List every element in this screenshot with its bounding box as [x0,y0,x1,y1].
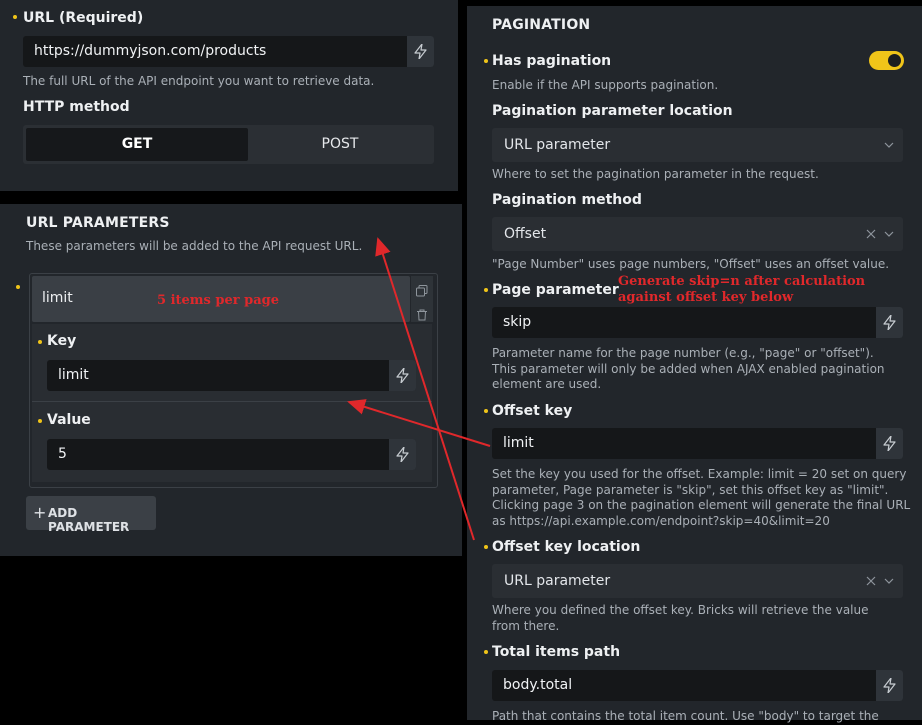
offset-loc-help: Where you defined the offset key. Bricks… [492,603,869,633]
total-path-dot [484,650,488,654]
url-panel: URL (Required) https://dummyjson.com/pro… [0,0,458,191]
offset-key-field[interactable]: limit [492,428,903,459]
offset-key-dynamic-data-button[interactable] [876,428,903,459]
duplicate-icon[interactable] [416,282,428,297]
pagination-method-help: "Page Number" uses page numbers, "Offset… [492,257,890,271]
param-location-value: URL parameter [504,137,611,153]
http-method-label: HTTP method [23,99,130,115]
add-parameter-label: ADD PARAMETER [48,506,130,534]
has-pagination-help: Enable if the API supports pagination. [492,78,719,92]
total-path-label: Total items path [492,644,621,660]
annotation-items-per-page: 5 items per page [157,293,279,308]
pagination-method-value: Offset [504,226,547,242]
url-help: The full URL of the API endpoint you wan… [23,74,375,88]
annotation-skip-line2: against offset key below [618,290,794,305]
offset-loc-select[interactable]: URL parameter [492,564,903,598]
dynamic-data-bolt-icon [883,315,896,330]
clear-x-icon [866,229,876,239]
parameter-item-body: Key limit Value 5 [32,324,432,482]
dynamic-data-bolt-icon [396,368,409,383]
page-param-label: Page parameter [492,282,619,298]
offset-key-label: Offset key [492,403,573,419]
method-post-option[interactable]: POST [250,128,430,161]
dynamic-data-bolt-icon [883,678,896,693]
chevron-down-icon [884,578,894,584]
value-label: Value [47,412,91,428]
key-label: Key [47,333,77,349]
http-method-segmented-control: GET POST [23,125,434,164]
dynamic-data-button[interactable] [407,36,434,67]
dynamic-data-bolt-icon [414,44,427,59]
offset-key-dot [484,409,488,413]
dynamic-data-bolt-icon [396,447,409,462]
chevron-down-icon [884,231,894,237]
url-parameters-title: URL PARAMETERS [26,215,170,231]
required-dot [13,15,17,19]
page-param-dot [484,288,488,292]
url-field[interactable]: https://dummyjson.com/products [23,36,434,67]
pagination-title: PAGINATION [492,17,591,33]
chevron-down-icon [884,142,894,148]
page-param-field[interactable]: skip [492,307,903,338]
divider [32,401,432,402]
param-location-label: Pagination parameter location [492,103,733,119]
key-dynamic-data-button[interactable] [389,360,416,391]
value-value[interactable]: 5 [58,446,67,462]
value-dot [38,419,42,423]
total-path-field[interactable]: body.total [492,670,903,701]
add-parameter-button[interactable]: + ADD PARAMETER [26,496,156,534]
has-pagination-label: Has pagination [492,53,612,69]
value-field[interactable]: 5 [47,439,416,470]
param-location-select[interactable]: URL parameter [492,128,903,162]
dynamic-data-bolt-icon [883,436,896,451]
has-pagination-dot [484,59,488,63]
value-dynamic-data-button[interactable] [389,439,416,470]
pagination-method-select[interactable]: Offset [492,217,903,251]
page-param-value[interactable]: skip [503,314,531,330]
url-value[interactable]: https://dummyjson.com/products [34,43,266,59]
item-dot [16,285,20,289]
url-parameters-panel: URL PARAMETERS These parameters will be … [0,204,462,556]
parameter-item-tools [411,276,433,322]
pagination-panel: PAGINATION Has pagination Enable if the … [467,6,922,723]
has-pagination-toggle[interactable] [869,51,904,70]
annotation-skip-line1: Generate skip=n after calculation [618,274,866,289]
offset-loc-dot [484,545,488,549]
method-get-option[interactable]: GET [26,128,248,161]
offset-loc-label: Offset key location [492,539,641,555]
url-parameters-help: These parameters will be added to the AP… [26,239,363,253]
clear-x-icon [866,576,876,586]
total-path-dynamic-data-button[interactable] [876,670,903,701]
offset-key-value[interactable]: limit [503,435,534,451]
key-dot [38,340,42,344]
param-location-help: Where to set the pagination parameter in… [492,167,819,181]
total-path-value[interactable]: body.total [503,677,572,693]
parameter-item-title: limit [42,290,73,306]
url-label: URL (Required) [23,10,144,26]
total-path-help: Path that contains the total item count.… [492,709,879,723]
offset-loc-value: URL parameter [504,573,611,589]
offset-key-help: Set the key you used for the offset. Exa… [492,467,911,528]
key-field[interactable]: limit [47,360,416,391]
page-param-dynamic-data-button[interactable] [876,307,903,338]
trash-icon[interactable] [416,306,428,321]
plus-icon: + [33,503,47,522]
key-value[interactable]: limit [58,367,89,383]
page-param-help: Parameter name for the page number (e.g.… [492,346,885,391]
toggle-knob [888,54,901,67]
pagination-method-label: Pagination method [492,192,642,208]
